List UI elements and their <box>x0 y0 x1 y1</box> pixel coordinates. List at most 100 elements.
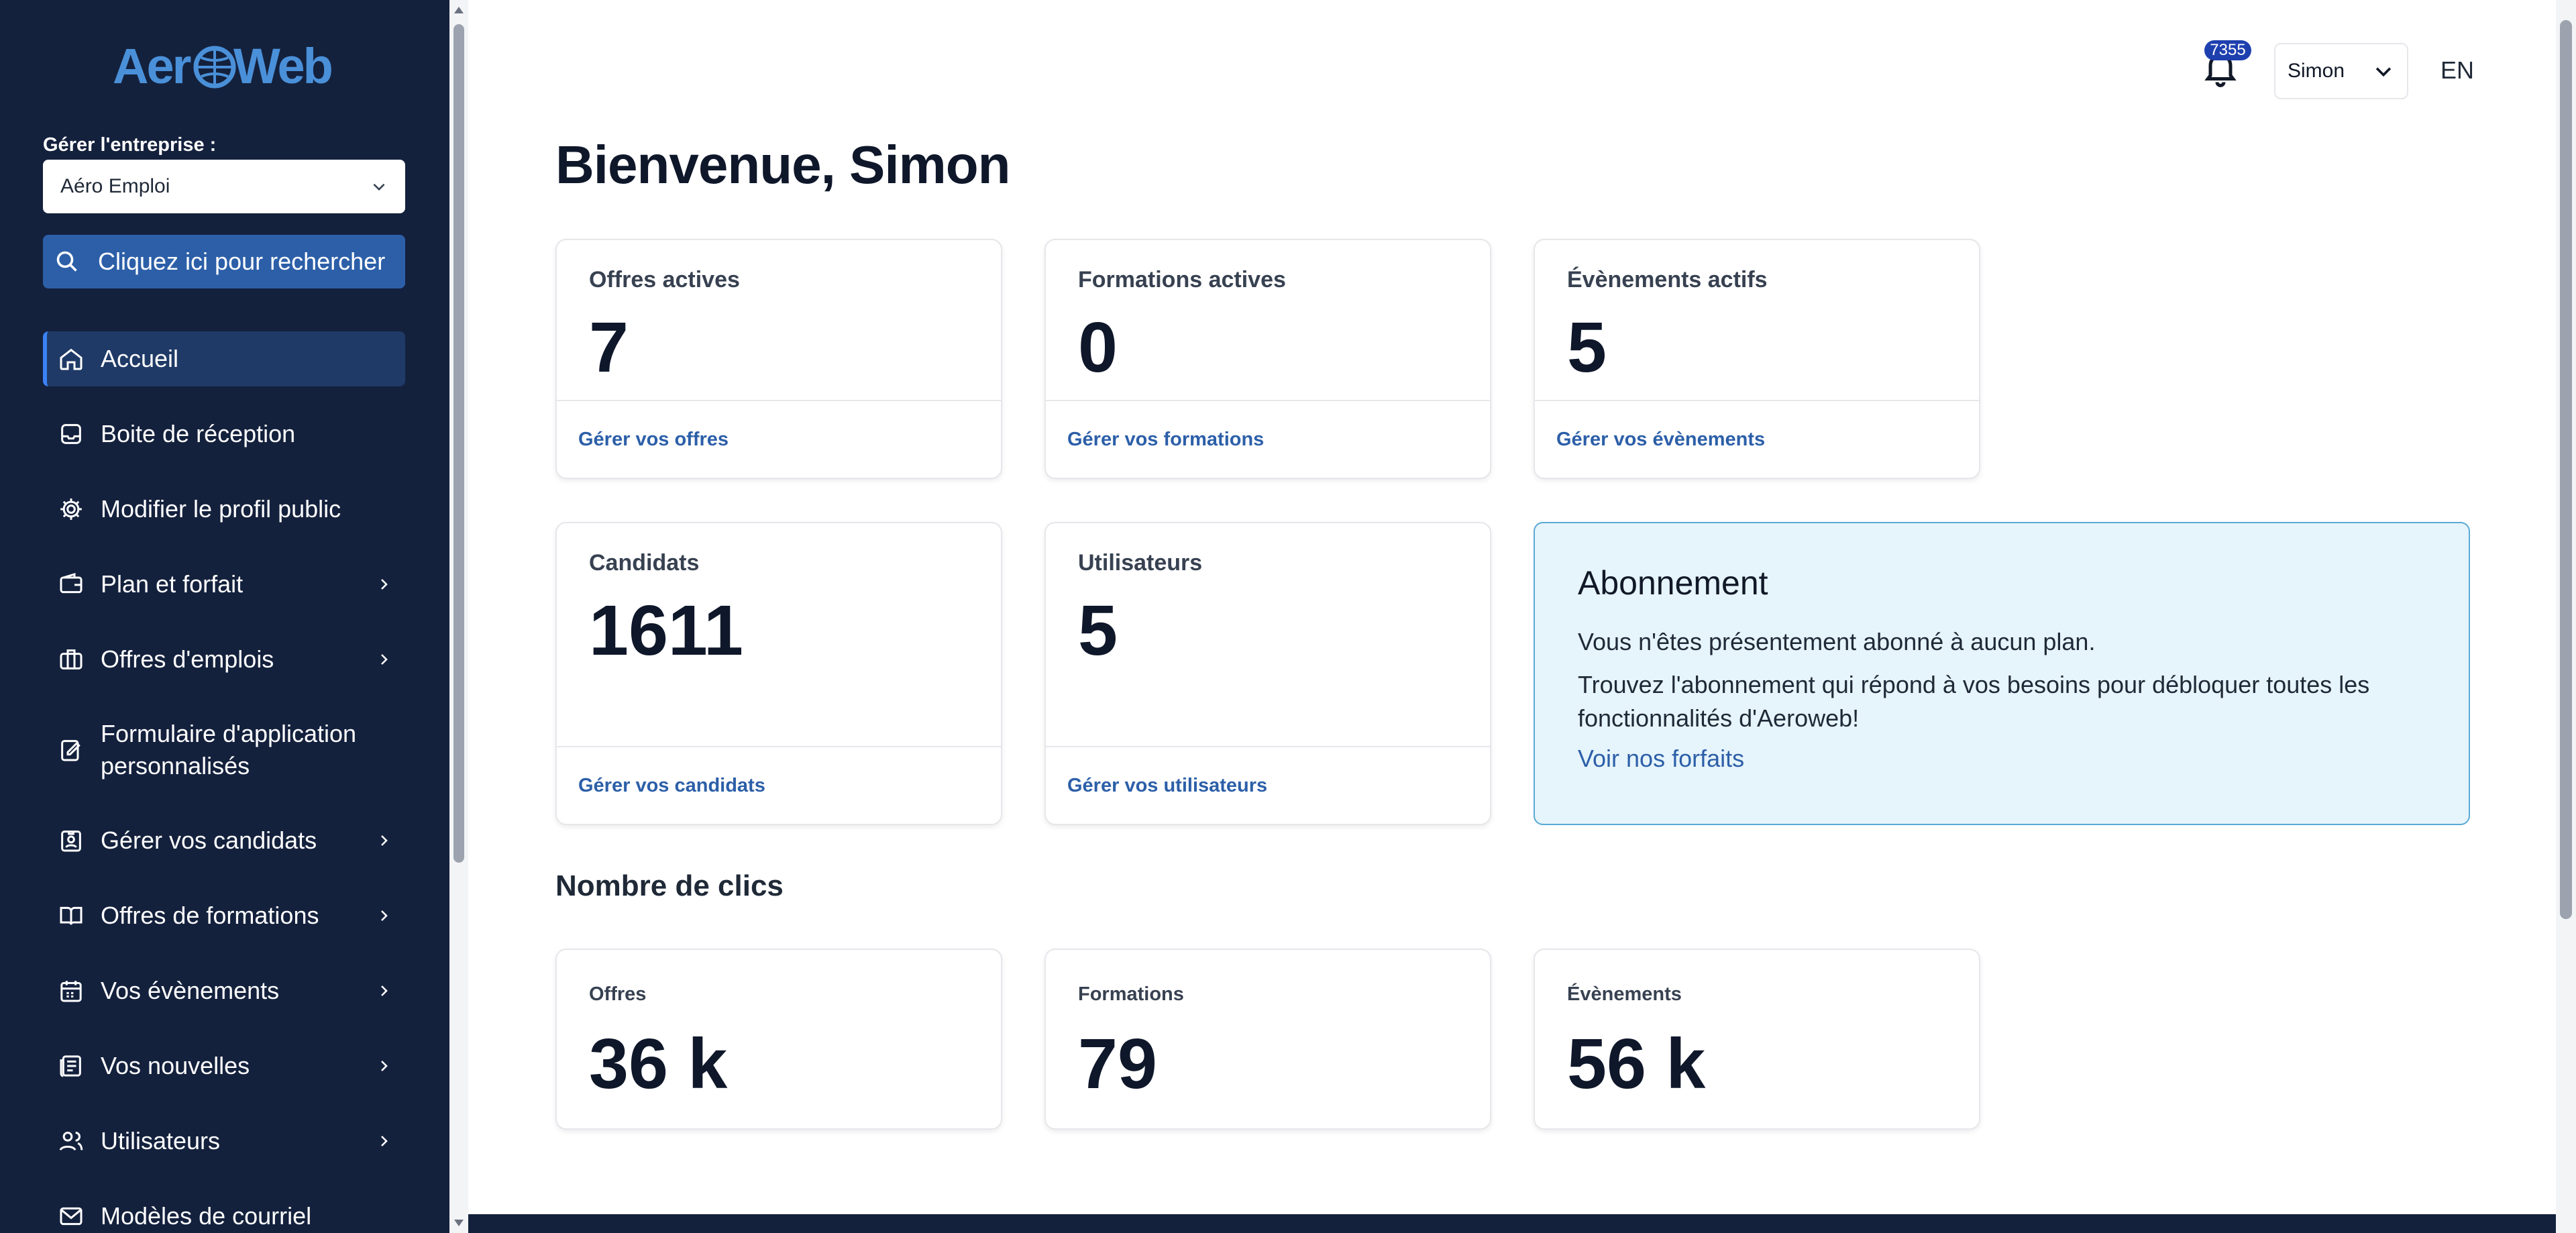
sidebar-scrollbar[interactable] <box>449 0 468 1233</box>
sidebar-item-label: Offres d'emplois <box>101 645 274 673</box>
form-edit-icon <box>56 735 86 765</box>
search-button[interactable]: Cliquez ici pour rechercher <box>43 235 405 288</box>
manage-trainings-link[interactable]: Gérer vos formations <box>1046 400 1490 478</box>
sidebar-item-label: Offres de formations <box>101 902 319 929</box>
aeroweb-logo[interactable]: Aer Web <box>113 39 338 93</box>
sidebar-item-label: Utilisateurs <box>101 1127 221 1155</box>
sidebar-item-email-templates[interactable]: Modèles de courriel <box>43 1189 405 1233</box>
briefcase-icon <box>56 645 86 674</box>
sidebar-item-candidates[interactable]: Gérer vos candidats <box>43 813 405 868</box>
chevron-right-icon <box>381 910 388 921</box>
stat-value: 7 <box>589 308 629 387</box>
chevron-right-icon <box>381 654 388 665</box>
manage-events-link[interactable]: Gérer vos évènements <box>1535 400 1979 478</box>
sidebar-item-label: Modèles de courriel <box>101 1202 312 1230</box>
sidebar: Aer Web Gérer l'entreprise : Aéro Emploi… <box>0 0 449 1233</box>
company-label: Gérer l'entreprise : <box>43 134 217 156</box>
clicks-label: Évènements <box>1567 983 1682 1005</box>
main-scrollbar-thumb[interactable] <box>2560 20 2572 919</box>
subscription-promo-text: Trouvez l'abonnement qui répond à vos be… <box>1578 671 2370 732</box>
notification-badge: 7355 <box>2204 40 2251 60</box>
badge-icon <box>56 826 86 855</box>
newspaper-icon <box>56 1051 86 1081</box>
scroll-down-arrow-icon[interactable] <box>454 1220 464 1226</box>
scroll-up-arrow-icon[interactable] <box>454 7 464 13</box>
chevron-down-icon <box>2375 67 2392 77</box>
chevron-right-icon <box>381 985 388 996</box>
company-select-value: Aéro Emploi <box>60 175 170 197</box>
sidebar-item-public-profile[interactable]: Modifier le profil public <box>43 482 405 537</box>
manage-offers-link[interactable]: Gérer vos offres <box>557 400 1001 478</box>
language-switch[interactable]: EN <box>2440 56 2474 85</box>
clicks-value: 36 k <box>589 1024 728 1104</box>
inbox-icon <box>56 419 86 449</box>
sidebar-item-accueil[interactable]: Accueil <box>43 331 405 386</box>
sidebar-item-inbox[interactable]: Boite de réception <box>43 407 405 462</box>
gear-icon <box>56 494 86 524</box>
clicks-label: Offres <box>589 983 647 1005</box>
stat-label: Utilisateurs <box>1078 550 1203 576</box>
calendar-icon <box>56 976 86 1006</box>
sidebar-item-label: Boite de réception <box>101 420 296 447</box>
stat-label: Candidats <box>589 550 700 576</box>
stat-value: 5 <box>1078 591 1118 670</box>
main-scrollbar[interactable] <box>2556 0 2576 1233</box>
users-icon <box>56 1126 86 1156</box>
chevron-down-icon <box>373 183 385 191</box>
clicks-section-title: Nombre de clics <box>555 869 784 902</box>
svg-text:Web: Web <box>233 39 332 93</box>
manage-users-link[interactable]: Gérer vos utilisateurs <box>1046 746 1490 824</box>
stat-card-active-events: Évènements actifs 5 Gérer vos évènements <box>1534 239 1980 479</box>
stat-value: 1611 <box>589 591 743 670</box>
search-icon <box>56 251 77 272</box>
stat-label: Offres actives <box>589 267 740 292</box>
sidebar-item-events[interactable]: Vos évènements <box>43 963 405 1018</box>
subscription-panel: Abonnement Vous n'êtes présentement abon… <box>1534 522 2470 825</box>
clicks-card-offers: Offres 36 k <box>555 949 1002 1130</box>
sidebar-item-application-forms[interactable]: Formulaire d'application personnalisés <box>43 707 405 793</box>
view-plans-link[interactable]: Voir nos forfaits <box>1578 745 2426 773</box>
page-footer <box>468 1214 2556 1233</box>
sidebar-item-trainings[interactable]: Offres de formations <box>43 888 405 943</box>
sidebar-item-label: Modifier le profil public <box>101 495 341 523</box>
stat-card-active-offers: Offres actives 7 Gérer vos offres <box>555 239 1002 479</box>
clicks-label: Formations <box>1078 983 1184 1005</box>
subscription-title: Abonnement <box>1578 564 1768 602</box>
stat-value: 0 <box>1078 308 1118 387</box>
sidebar-item-job-offers[interactable]: Offres d'emplois <box>43 632 405 687</box>
sidebar-item-label: Accueil <box>101 345 179 372</box>
clicks-card-trainings: Formations 79 <box>1044 949 1491 1130</box>
home-icon <box>56 344 86 374</box>
search-button-label: Cliquez ici pour rechercher <box>98 248 386 275</box>
svg-text:Aer: Aer <box>113 39 191 93</box>
user-name: Simon <box>2288 60 2345 82</box>
stat-card-active-trainings: Formations actives 0 Gérer vos formation… <box>1044 239 1491 479</box>
sidebar-item-plan[interactable]: Plan et forfait <box>43 557 405 612</box>
user-menu[interactable]: Simon <box>2274 43 2408 99</box>
sidebar-scrollbar-thumb[interactable] <box>453 24 464 863</box>
stat-value: 5 <box>1567 308 1607 387</box>
chevron-right-icon <box>381 1061 388 1071</box>
chevron-right-icon <box>381 1136 388 1146</box>
sidebar-item-label: Formulaire d'application personnalisés <box>101 720 357 780</box>
stat-label: Formations actives <box>1078 267 1286 292</box>
sidebar-item-news[interactable]: Vos nouvelles <box>43 1038 405 1093</box>
chevron-right-icon <box>381 579 388 590</box>
sidebar-item-label: Vos nouvelles <box>101 1052 250 1079</box>
book-icon <box>56 901 86 930</box>
sidebar-nav: Accueil Boite de réception Modifier le p… <box>43 331 405 1233</box>
subscription-status-text: Vous n'êtes présentement abonné à aucun … <box>1578 628 2096 655</box>
sidebar-item-users[interactable]: Utilisateurs <box>43 1114 405 1169</box>
stat-label: Évènements actifs <box>1567 267 1768 292</box>
clicks-value: 56 k <box>1567 1024 1706 1104</box>
clicks-card-events: Évènements 56 k <box>1534 949 1980 1130</box>
sidebar-item-label: Gérer vos candidats <box>101 826 317 854</box>
page-title: Bienvenue, Simon <box>555 135 1010 195</box>
stat-card-users: Utilisateurs 5 Gérer vos utilisateurs <box>1044 522 1491 825</box>
wallet-icon <box>56 570 86 599</box>
chevron-right-icon <box>381 835 388 846</box>
clicks-value: 79 <box>1078 1024 1157 1104</box>
manage-candidates-link[interactable]: Gérer vos candidats <box>557 746 1001 824</box>
company-select[interactable]: Aéro Emploi <box>43 160 405 213</box>
stat-card-candidates: Candidats 1611 Gérer vos candidats <box>555 522 1002 825</box>
